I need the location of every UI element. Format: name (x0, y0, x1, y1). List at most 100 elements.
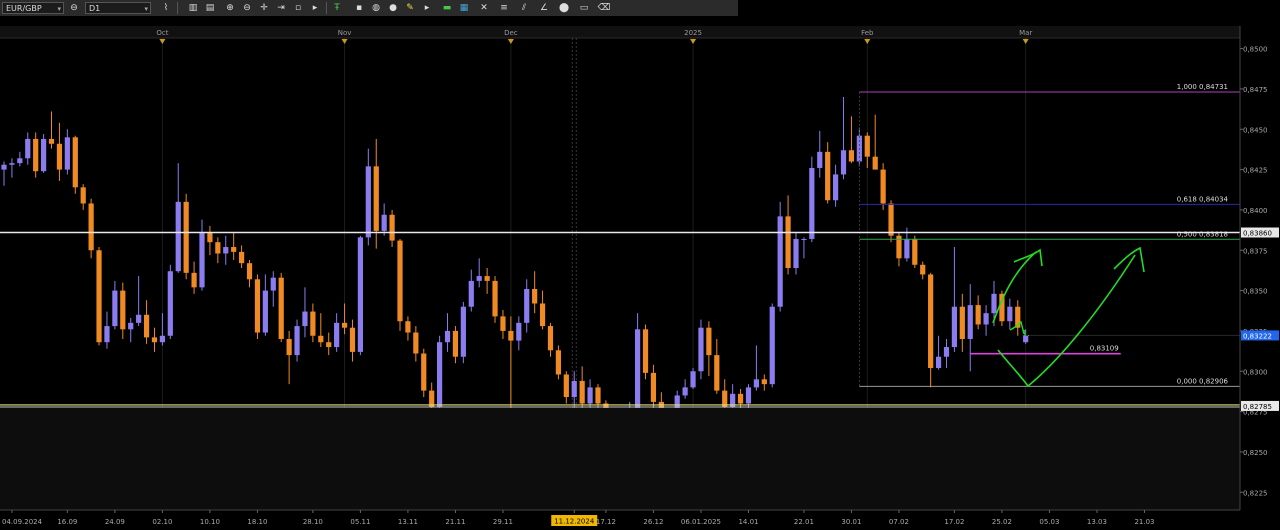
candle-body (278, 277, 284, 339)
candle-body (41, 138, 47, 172)
time-tick-label: 28.10 (303, 518, 323, 526)
candle-body (777, 216, 783, 307)
candle-body (231, 247, 237, 252)
time-tick-label: 22.01 (794, 518, 814, 526)
candle-body (769, 306, 775, 385)
support-tag-label: 0,82785 (1243, 403, 1272, 411)
candle-body (1, 164, 7, 170)
candle-body (722, 390, 728, 407)
candle-body (286, 338, 292, 356)
time-tick-label: 14.01 (738, 518, 758, 526)
candle-body (17, 158, 23, 164)
candle-body (642, 329, 649, 373)
candle-body (468, 280, 474, 307)
candle-body (48, 138, 55, 144)
candle-body (357, 237, 363, 352)
marker-label: 0,83109 (1090, 345, 1119, 353)
candle-body (817, 151, 823, 168)
candle-body (714, 355, 720, 391)
candle-body (159, 335, 165, 343)
candle-body (650, 372, 657, 402)
candle-body (429, 390, 435, 407)
candle-body (809, 167, 815, 239)
highlight-date-label: 11.12.2024 (554, 518, 595, 526)
month-label: Dec (504, 29, 518, 37)
month-label: Oct (156, 29, 168, 37)
time-tick-label: 02.10 (152, 518, 172, 526)
fib-level-label: 1,000 0,84731 (1177, 83, 1228, 91)
candle-body (437, 342, 443, 407)
candle-body (25, 138, 31, 159)
time-tick-label: 07.02 (889, 518, 909, 526)
time-tick-label: 26.12 (643, 518, 663, 526)
candle-body (563, 374, 569, 398)
time-tick-label: 21.11 (445, 518, 465, 526)
candle-body (595, 387, 601, 404)
price-tick-label: 0,8500 (1243, 46, 1268, 54)
time-tick-label: 30.01 (841, 518, 861, 526)
candle-body (207, 232, 213, 243)
candle-body (405, 321, 411, 333)
candle-body (983, 313, 989, 325)
candle-body (920, 264, 926, 275)
candle-body (476, 276, 482, 281)
candle-body (904, 238, 910, 259)
candle-body (991, 293, 997, 314)
candle-body (793, 238, 799, 268)
candle-body (833, 174, 839, 201)
candle-body (516, 322, 522, 341)
candle-body (175, 201, 181, 272)
candle-body (136, 314, 142, 323)
candle-body (1007, 306, 1013, 322)
candle-body (460, 306, 466, 357)
time-tick-label: 21.03 (1134, 518, 1154, 526)
candle-body (318, 335, 324, 343)
candle-body (635, 329, 641, 410)
candle-body (246, 263, 253, 280)
time-tick-label: 04.09.2024 (2, 518, 43, 526)
candle-body (143, 314, 150, 338)
candle-body (254, 279, 261, 333)
price-tick-label: 0,8250 (1243, 449, 1268, 457)
candle-body (199, 232, 205, 288)
month-label: Mar (1019, 29, 1032, 37)
candle-body (801, 238, 807, 240)
month-label: 2025 (684, 29, 702, 37)
candle-body (539, 303, 546, 327)
candle-body (951, 306, 957, 348)
candle-body (302, 311, 308, 327)
candle-body (706, 327, 712, 356)
price-tick-label: 0,8400 (1243, 207, 1268, 215)
candle-body (492, 280, 498, 317)
candle-body (88, 203, 94, 251)
candle-body (452, 330, 459, 357)
time-tick-label: 17.02 (944, 518, 964, 526)
price-tick-label: 0,8350 (1243, 288, 1268, 296)
fib-level-label: 0,000 0,82906 (1177, 377, 1229, 385)
candle-body (935, 356, 942, 369)
current-price-tag-label: 0,83222 (1243, 332, 1272, 340)
price-tick-label: 0,8450 (1243, 126, 1268, 134)
price-chart[interactable]: Oct Nov Dec 2025 Feb Mar 1,000 0,84731 0,618 0… (0, 0, 1280, 530)
month-label: Feb (861, 29, 874, 37)
candle-body (840, 150, 847, 175)
candle-body (555, 350, 561, 375)
candle-body (421, 353, 427, 391)
time-axis: 04.09.2024 16.09 24.09 02.10 10.10 18.10 28.10… (0, 509, 1280, 530)
candle-body (326, 342, 332, 348)
time-tick-label: 24.09 (105, 518, 125, 526)
candle-body (294, 326, 300, 356)
candle-body (943, 347, 950, 357)
candle-body (484, 276, 490, 281)
candle-body (191, 272, 197, 288)
candle-body (848, 150, 855, 162)
time-tick-label: 13.03 (1087, 518, 1107, 526)
price-tick-label: 0,8225 (1243, 489, 1268, 497)
candle-body (167, 271, 173, 336)
candle-body (310, 311, 316, 336)
time-tick-label: 13.11 (398, 518, 418, 526)
candle-body (547, 326, 554, 351)
price-tick-label: 0,8300 (1243, 368, 1268, 376)
candle-body (571, 380, 577, 398)
month-strip (0, 26, 1240, 38)
